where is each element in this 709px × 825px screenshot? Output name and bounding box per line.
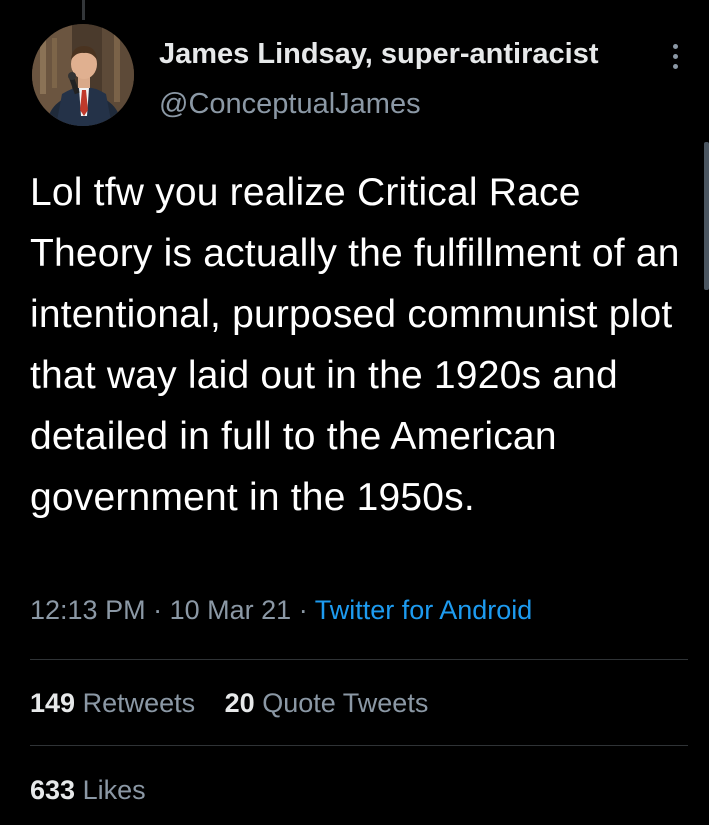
- quote-tweets-count: 20: [224, 688, 255, 718]
- divider: [30, 745, 688, 746]
- divider: [30, 659, 688, 660]
- likes-stat[interactable]: 633 Likes: [30, 775, 146, 806]
- dot: [672, 64, 678, 69]
- quote-tweets-label: Quote Tweets: [262, 688, 429, 718]
- more-options-icon[interactable]: [667, 44, 683, 84]
- dot: [672, 44, 678, 49]
- retweets-stat[interactable]: 149 Retweets: [30, 688, 195, 719]
- separator: ·: [153, 595, 163, 625]
- retweets-label: Retweets: [82, 688, 196, 718]
- avatar[interactable]: [32, 24, 134, 126]
- separator: ·: [298, 595, 308, 625]
- tweet-text: Lol tfw you realize Critical Race Theory…: [30, 171, 680, 519]
- engagement-stats: 149 Retweets 20 Quote Tweets: [30, 688, 428, 719]
- author-display-name[interactable]: James Lindsay, super-antiracist: [159, 38, 598, 71]
- tweet-header: James Lindsay, super-antiracist @Concept…: [32, 24, 692, 128]
- tweet-time[interactable]: 12:13 PM: [30, 595, 146, 625]
- author-handle[interactable]: @ConceptualJames: [159, 88, 421, 121]
- tweet-date[interactable]: 10 Mar 21: [170, 595, 292, 625]
- scrollbar[interactable]: [704, 142, 709, 290]
- tweet-metadata: 12:13 PM · 10 Mar 21 · Twitter for Andro…: [30, 595, 532, 626]
- avatar-image: [32, 24, 134, 126]
- dot: [672, 54, 678, 59]
- thread-connector-line: [82, 0, 85, 20]
- likes-label: Likes: [82, 775, 146, 805]
- likes-stats: 633 Likes: [30, 775, 146, 806]
- quote-tweets-stat[interactable]: 20 Quote Tweets: [225, 688, 429, 719]
- retweets-count: 149: [30, 688, 76, 718]
- likes-count: 633: [30, 775, 76, 805]
- tweet-source-link[interactable]: Twitter for Android: [315, 595, 533, 625]
